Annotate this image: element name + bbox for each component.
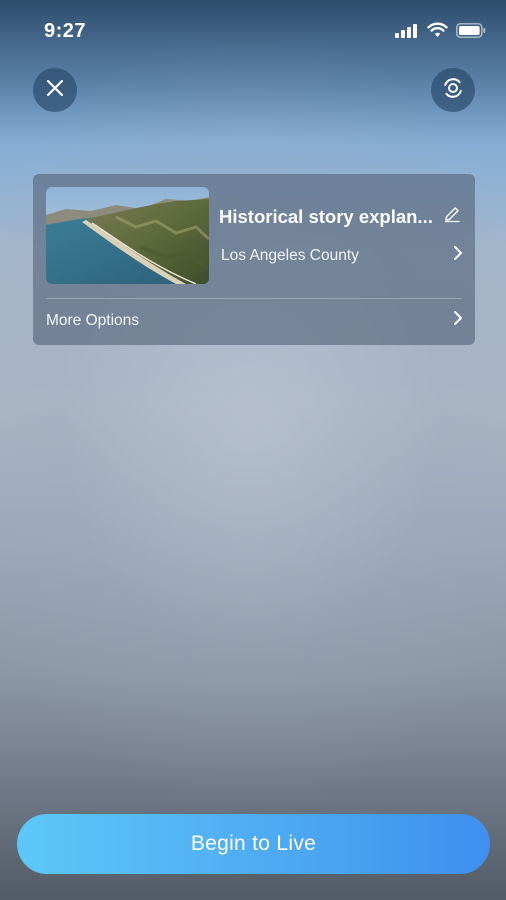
status-bar: 9:27 — [0, 0, 506, 60]
camera-flip-button[interactable] — [431, 68, 475, 112]
camera-flip-icon — [441, 76, 465, 105]
close-icon — [46, 79, 64, 102]
cellular-signal-icon — [395, 22, 419, 38]
coastline-aerial-thumbnail[interactable] — [46, 187, 209, 284]
divider — [46, 298, 462, 299]
close-button[interactable] — [33, 68, 77, 112]
live-title: Historical story explan... — [219, 205, 433, 227]
chevron-right-icon — [453, 310, 463, 331]
status-icons — [395, 22, 486, 38]
wifi-icon — [427, 22, 448, 38]
location-label: Los Angeles County — [221, 246, 359, 264]
pencil-icon[interactable] — [443, 205, 461, 228]
location-row[interactable]: Los Angeles County — [221, 245, 463, 266]
title-row[interactable]: Historical story explan... — [219, 205, 461, 228]
battery-icon — [456, 22, 486, 38]
live-setup-card: Historical story explan... Los Angeles C… — [33, 174, 475, 345]
status-time: 9:27 — [44, 20, 87, 42]
more-options-row[interactable]: More Options — [46, 310, 463, 331]
chevron-right-icon — [453, 245, 463, 266]
begin-live-button[interactable]: Begin to Live — [17, 814, 490, 874]
more-options-label: More Options — [46, 311, 140, 329]
